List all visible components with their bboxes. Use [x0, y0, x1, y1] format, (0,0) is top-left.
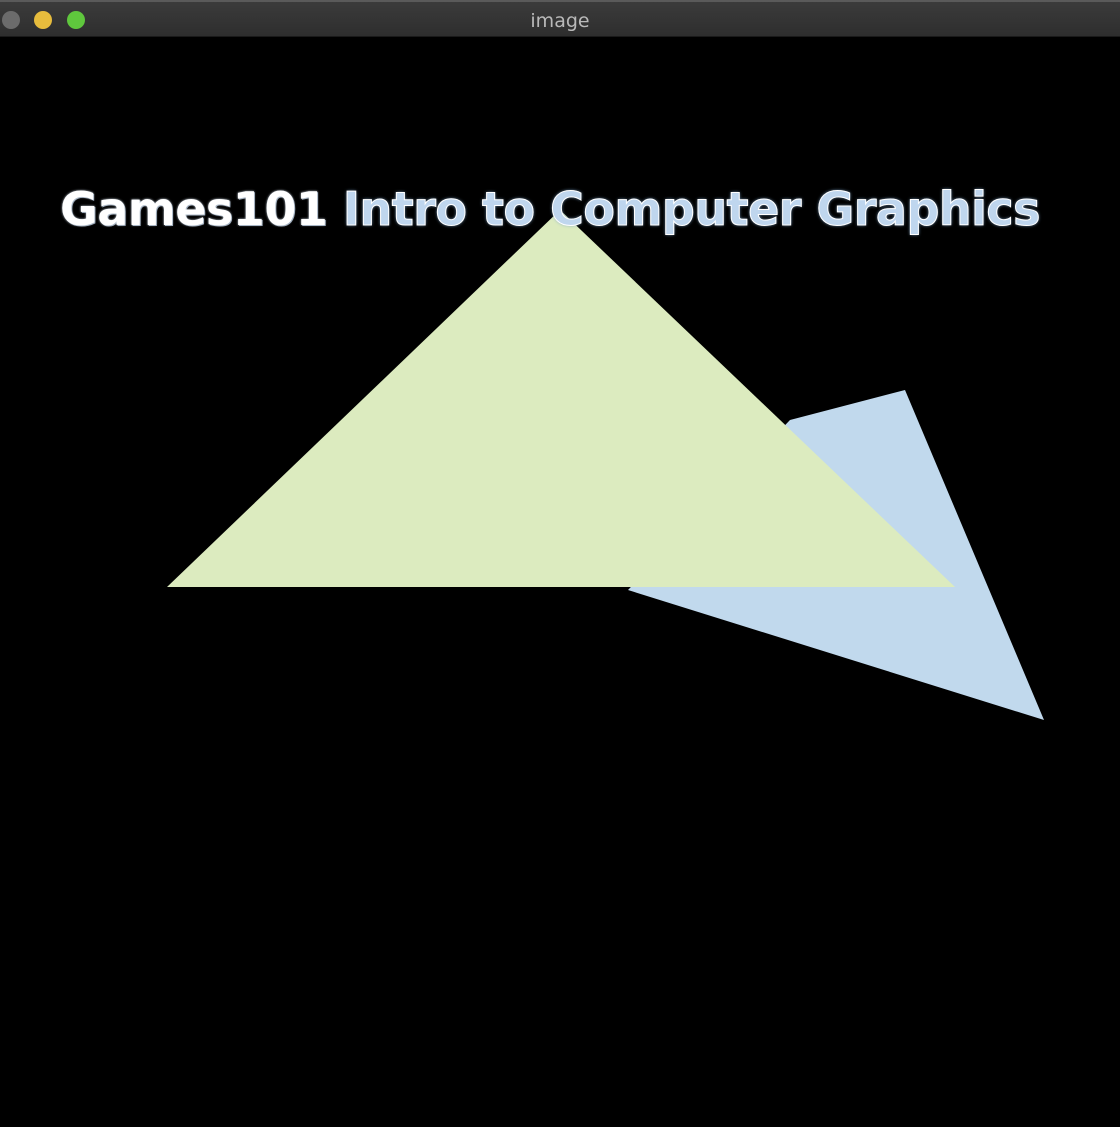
caption-text: Games101 Intro to Computer Graphics — [60, 182, 1041, 237]
render-canvas: Games101 Intro to Computer Graphics — [0, 37, 1120, 1127]
window-title: image — [530, 10, 590, 32]
caption-subtitle: Intro to Computer Graphics — [342, 182, 1041, 237]
green-triangle — [167, 210, 955, 587]
app-window: image Games101 Intro to Computer Graphic… — [0, 0, 1120, 1127]
caption-course: Games101 — [60, 182, 328, 236]
title-bar[interactable]: image — [0, 0, 1120, 37]
